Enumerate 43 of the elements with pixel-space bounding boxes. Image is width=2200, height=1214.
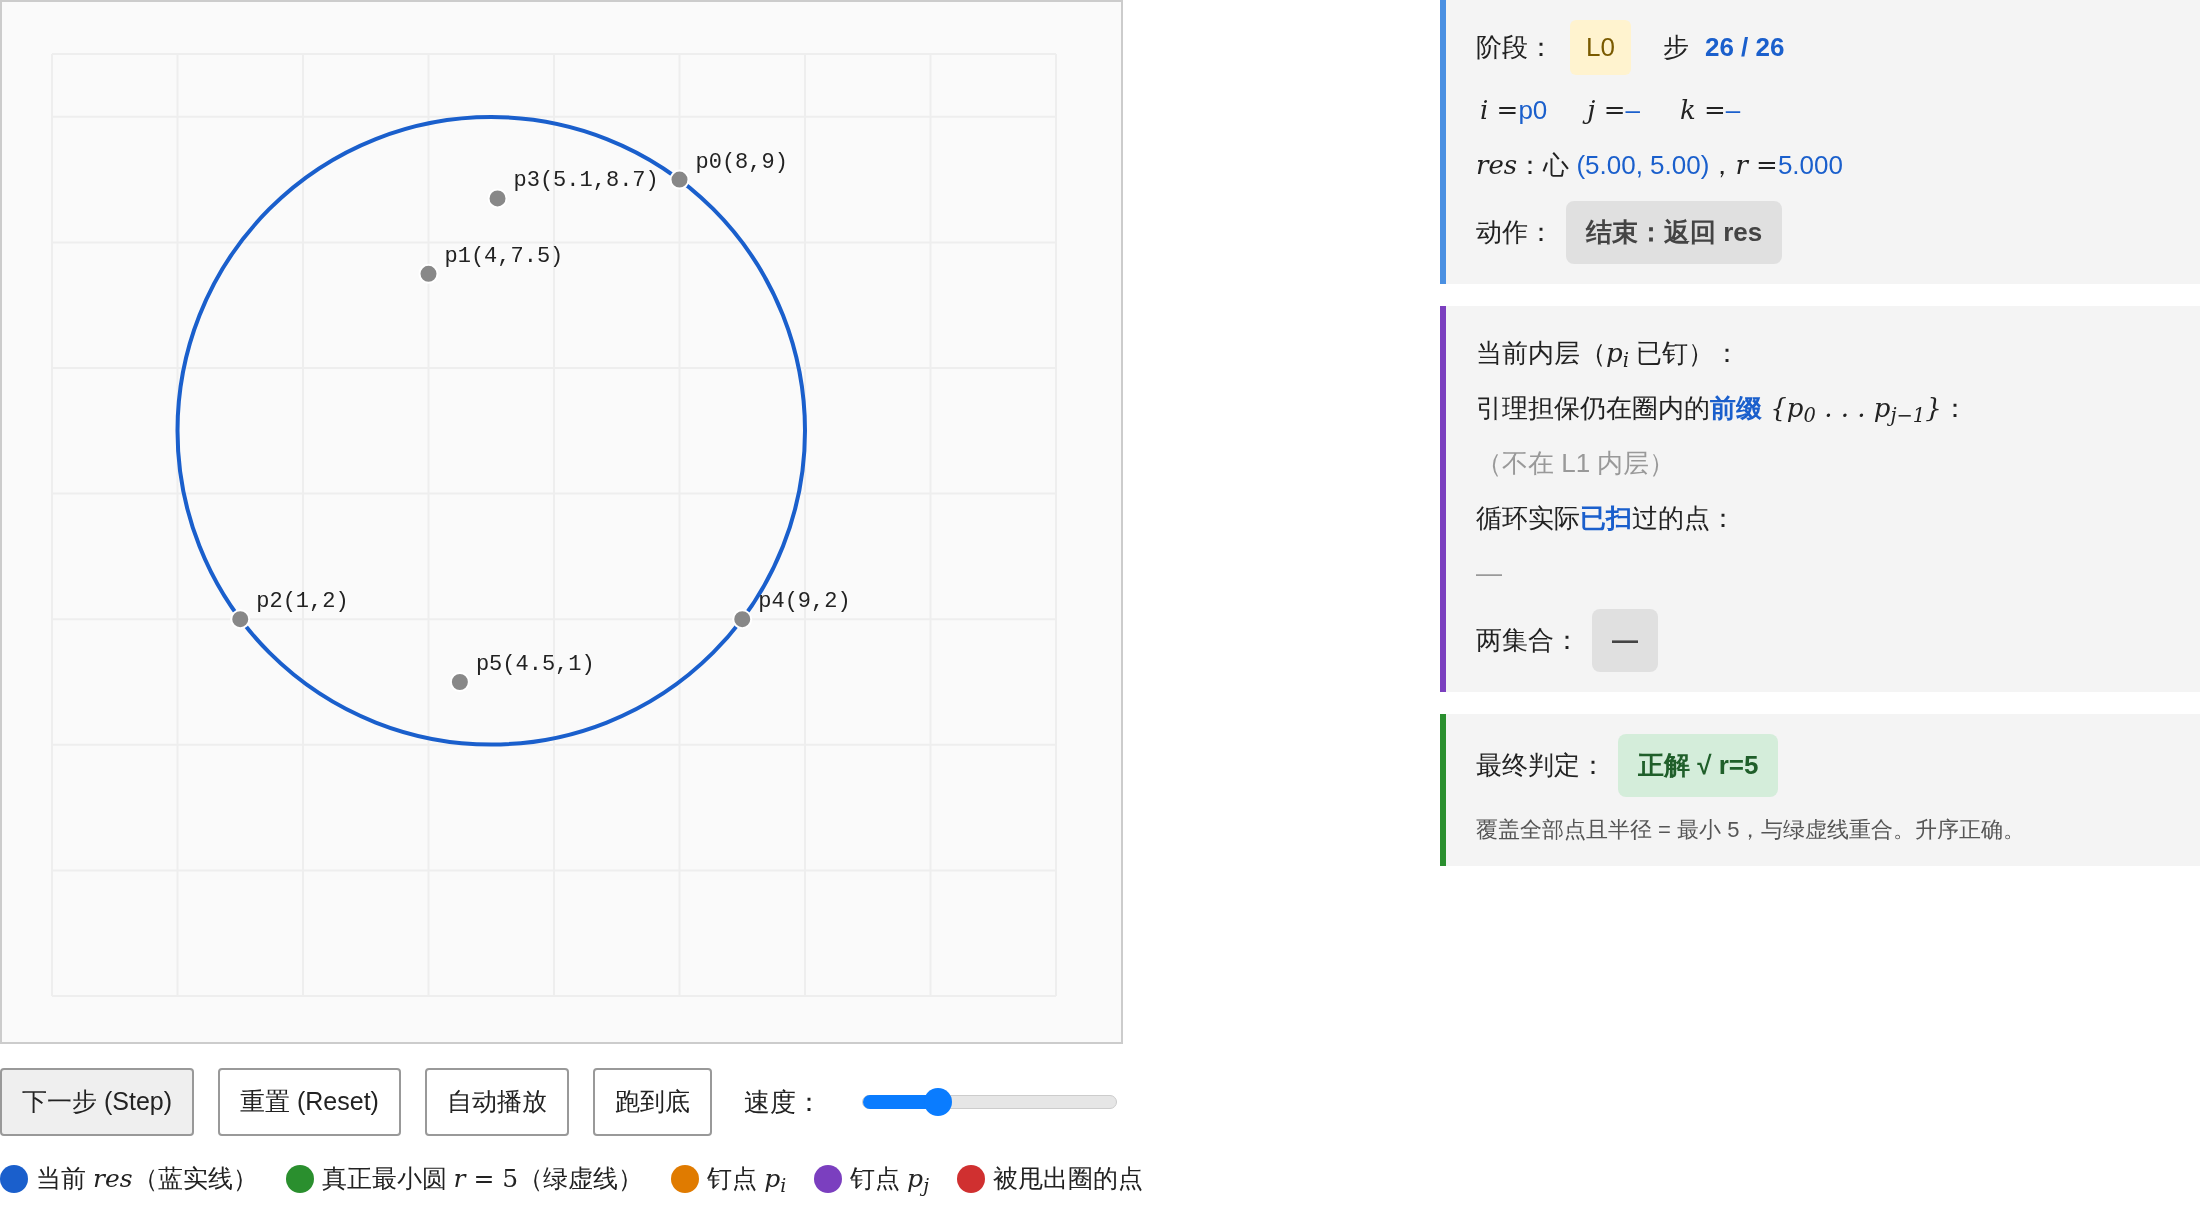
scanned-line: 循环实际已扫过的点：: [1476, 502, 1737, 535]
speed-label: 速度：: [743, 1085, 822, 1119]
action-chip: 结束：返回 res: [1566, 201, 1783, 264]
data-point: [230, 609, 251, 630]
data-point: [418, 263, 439, 284]
legend-label: 被甩出圈的点: [992, 1163, 1143, 1194]
point-label: p1(4,7.5): [444, 243, 564, 269]
point-label: p0(8,9): [695, 149, 788, 175]
point-label: p5(4.5,1): [475, 652, 595, 677]
control-button[interactable]: 自动播放: [424, 1068, 569, 1136]
data-point: [732, 609, 753, 630]
legend-label: 当前 res（蓝实线）: [36, 1163, 258, 1195]
point-label: p2(1,2): [256, 589, 349, 615]
prefix-line: 引理担保仍在圈内的前缀 {p$_{0}$ . . . p$_{j−1}$}：: [1476, 392, 1969, 428]
scanned-value: —: [1476, 557, 1503, 590]
legend-label: 钉点 p$_{i}$: [707, 1163, 787, 1198]
sets-label: 两集合：: [1476, 624, 1580, 657]
step-counter: 26 / 26: [1704, 31, 1785, 64]
action-label: 动作：: [1476, 216, 1554, 249]
legend-label: 钉点 p$_{j}$: [850, 1163, 929, 1198]
loop-variable: j =–: [1583, 91, 1644, 130]
inner-layer-title: 当前内层（p$_{i}$ 已钉）：: [1476, 337, 1742, 373]
control-button[interactable]: 重置 (Reset): [218, 1068, 401, 1136]
step-label: 步: [1662, 31, 1689, 64]
stage-label: 阶段：: [1476, 31, 1554, 64]
loop-variable: k =–: [1678, 94, 1742, 127]
sets-chip: —: [1592, 609, 1658, 672]
stage-badge: L0: [1570, 20, 1631, 75]
point-label: p4(9,2): [758, 589, 851, 615]
verdict-note: 覆盖全部点且半径 = 最小 5，与绿虚线重合。升序正确。: [1476, 816, 2027, 844]
prefix-note: （不在 L1 内层）: [1476, 447, 1677, 480]
speed-slider[interactable]: [861, 1088, 1117, 1116]
control-button[interactable]: 跑到底: [592, 1068, 712, 1136]
control-button[interactable]: 下一步 (Step): [0, 1068, 195, 1136]
data-point: [487, 188, 508, 209]
verdict-label: 最终判定：: [1476, 749, 1606, 782]
verdict-chip: 正解 √ r=5: [1618, 734, 1779, 797]
data-point: [669, 169, 690, 190]
legend-label: 真正最小圆 r = 5（绿虚线）: [321, 1163, 644, 1195]
point-label: p3(5.1,8.7): [513, 168, 659, 194]
data-point: [449, 672, 470, 692]
result-summary: res：心 (5.00, 5.00)，r =5.000: [1476, 149, 1844, 182]
loop-variable: i =p0: [1479, 94, 1549, 127]
